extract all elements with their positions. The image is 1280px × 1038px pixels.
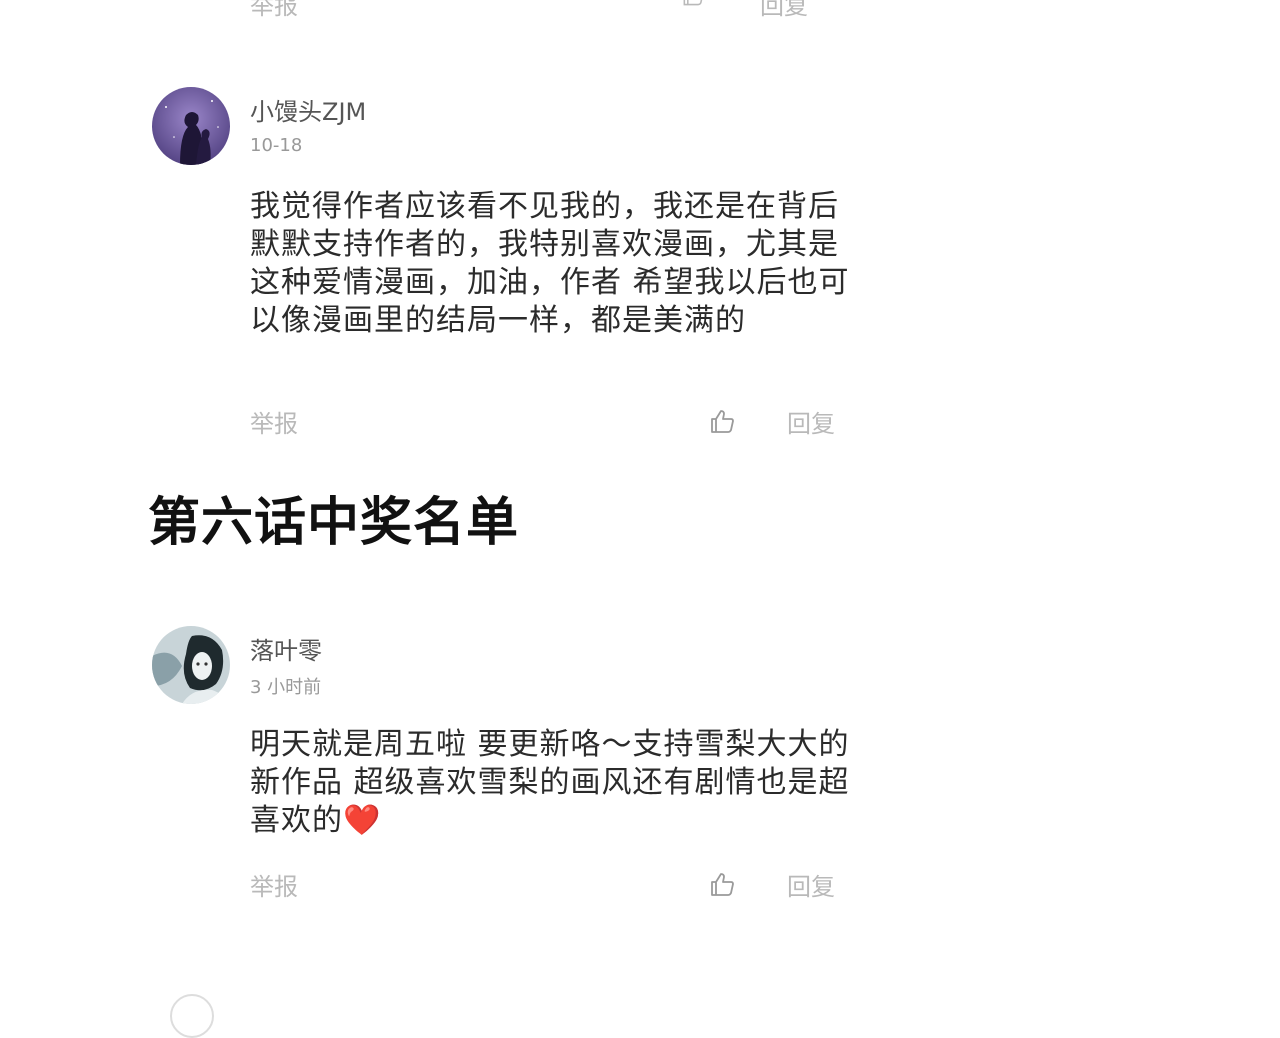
reply-button[interactable]: 回复 xyxy=(760,0,808,21)
comment-actions: 举报 回复 xyxy=(0,404,1280,444)
avatar-image xyxy=(152,87,230,165)
section-title: 第六话中奖名单 xyxy=(148,493,520,553)
username[interactable]: 落叶零 xyxy=(250,631,322,666)
reply-button[interactable]: 回复 xyxy=(787,867,835,902)
avatar[interactable] xyxy=(170,994,214,1038)
previous-comment-actions: 举报 回复 xyxy=(0,0,1280,20)
thumbs-up-icon[interactable] xyxy=(680,0,706,8)
comment-text: 我觉得作者应该看不见我的，我还是在背后默默支持作者的，我特别喜欢漫画，尤其是这种… xyxy=(250,189,850,338)
avatar[interactable] xyxy=(152,626,230,704)
reply-button[interactable]: 回复 xyxy=(787,404,835,439)
comment-text: 明天就是周五啦 要更新咯～支持雪梨大大的新作品 超级喜欢雪梨的画风还有剧情也是超… xyxy=(250,727,850,838)
comment-text-container: 明天就是周五啦 要更新咯～支持雪梨大大的新作品 超级喜欢雪梨的画风还有剧情也是超… xyxy=(250,726,860,840)
avatar[interactable] xyxy=(152,87,230,165)
username[interactable]: 小馒头ZJM xyxy=(250,92,366,127)
avatar-image xyxy=(152,626,230,704)
thumbs-up-icon[interactable] xyxy=(708,869,738,899)
report-button[interactable]: 举报 xyxy=(250,0,298,21)
report-button[interactable]: 举报 xyxy=(250,404,298,439)
comment-time: 10-18 xyxy=(250,135,303,156)
comment-actions: 举报 回复 xyxy=(0,867,1280,907)
report-button[interactable]: 举报 xyxy=(250,867,298,902)
thumbs-up-icon[interactable] xyxy=(708,406,738,436)
comment-time: 3 小时前 xyxy=(250,677,322,698)
heart-emoji: ❤️ xyxy=(343,803,382,838)
